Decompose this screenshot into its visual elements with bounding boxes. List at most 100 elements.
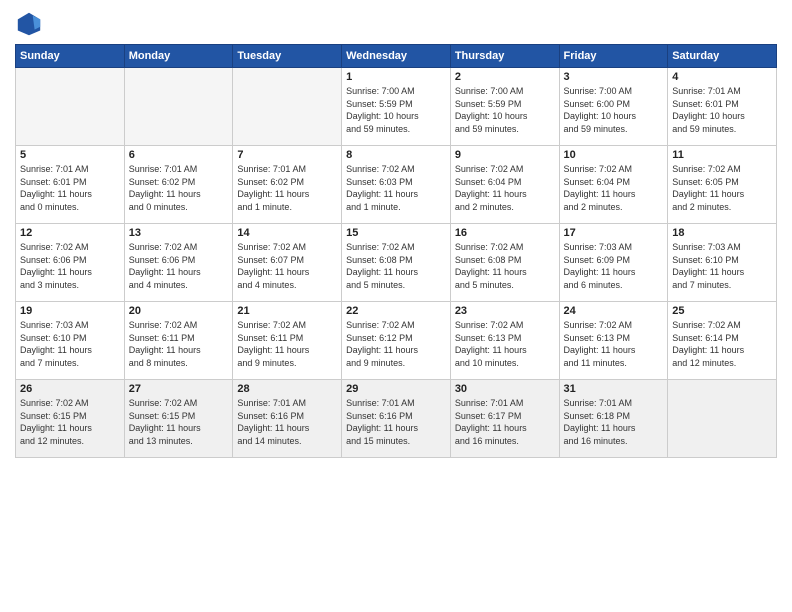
day-info: Sunrise: 7:02 AM Sunset: 6:04 PM Dayligh… — [564, 163, 664, 213]
day-number: 20 — [129, 305, 229, 317]
week-row-4: 19 Sunrise: 7:03 AM Sunset: 6:10 PM Dayli… — [16, 302, 777, 380]
day-number: 30 — [455, 383, 555, 395]
cal-cell: 31 Sunrise: 7:01 AM Sunset: 6:18 PM Dayli… — [559, 380, 668, 458]
day-number: 24 — [564, 305, 664, 317]
cal-cell: 13 Sunrise: 7:02 AM Sunset: 6:06 PM Dayli… — [124, 224, 233, 302]
cal-cell: 14 Sunrise: 7:02 AM Sunset: 6:07 PM Dayli… — [233, 224, 342, 302]
cal-cell: 24 Sunrise: 7:02 AM Sunset: 6:13 PM Dayli… — [559, 302, 668, 380]
day-info: Sunrise: 7:00 AM Sunset: 6:00 PM Dayligh… — [564, 85, 664, 135]
day-info: Sunrise: 7:00 AM Sunset: 5:59 PM Dayligh… — [346, 85, 446, 135]
day-info: Sunrise: 7:02 AM Sunset: 6:08 PM Dayligh… — [346, 241, 446, 291]
weekday-header-row: SundayMondayTuesdayWednesdayThursdayFrid… — [16, 45, 777, 68]
header — [15, 10, 777, 38]
day-number: 26 — [20, 383, 120, 395]
week-row-2: 5 Sunrise: 7:01 AM Sunset: 6:01 PM Daylig… — [16, 146, 777, 224]
cal-cell: 29 Sunrise: 7:01 AM Sunset: 6:16 PM Dayli… — [342, 380, 451, 458]
day-info: Sunrise: 7:02 AM Sunset: 6:03 PM Dayligh… — [346, 163, 446, 213]
week-row-3: 12 Sunrise: 7:02 AM Sunset: 6:06 PM Dayli… — [16, 224, 777, 302]
weekday-sunday: Sunday — [16, 45, 125, 68]
day-number: 14 — [237, 227, 337, 239]
cal-cell: 10 Sunrise: 7:02 AM Sunset: 6:04 PM Dayli… — [559, 146, 668, 224]
cal-cell: 27 Sunrise: 7:02 AM Sunset: 6:15 PM Dayli… — [124, 380, 233, 458]
cal-cell — [233, 68, 342, 146]
day-number: 12 — [20, 227, 120, 239]
weekday-friday: Friday — [559, 45, 668, 68]
day-info: Sunrise: 7:03 AM Sunset: 6:10 PM Dayligh… — [20, 319, 120, 369]
day-info: Sunrise: 7:01 AM Sunset: 6:18 PM Dayligh… — [564, 397, 664, 447]
logo — [15, 10, 47, 38]
day-info: Sunrise: 7:02 AM Sunset: 6:13 PM Dayligh… — [564, 319, 664, 369]
cal-cell — [124, 68, 233, 146]
day-number: 7 — [237, 149, 337, 161]
day-info: Sunrise: 7:02 AM Sunset: 6:14 PM Dayligh… — [672, 319, 772, 369]
day-info: Sunrise: 7:02 AM Sunset: 6:12 PM Dayligh… — [346, 319, 446, 369]
page: SundayMondayTuesdayWednesdayThursdayFrid… — [0, 0, 792, 468]
cal-cell: 28 Sunrise: 7:01 AM Sunset: 6:16 PM Dayli… — [233, 380, 342, 458]
day-number: 16 — [455, 227, 555, 239]
day-info: Sunrise: 7:02 AM Sunset: 6:08 PM Dayligh… — [455, 241, 555, 291]
cal-cell: 23Sunrise: 7:02 AM Sunset: 6:13 PM Dayli… — [450, 302, 559, 380]
day-number: 10 — [564, 149, 664, 161]
cal-cell: 26 Sunrise: 7:02 AM Sunset: 6:15 PM Dayli… — [16, 380, 125, 458]
week-row-5: 26 Sunrise: 7:02 AM Sunset: 6:15 PM Dayli… — [16, 380, 777, 458]
day-number: 19 — [20, 305, 120, 317]
day-info: Sunrise: 7:02 AM Sunset: 6:06 PM Dayligh… — [129, 241, 229, 291]
day-number: 15 — [346, 227, 446, 239]
day-number: 13 — [129, 227, 229, 239]
cal-cell: 25 Sunrise: 7:02 AM Sunset: 6:14 PM Dayli… — [668, 302, 777, 380]
day-info: Sunrise: 7:02 AM Sunset: 6:11 PM Dayligh… — [237, 319, 337, 369]
day-info: Sunrise: 7:03 AM Sunset: 6:10 PM Dayligh… — [672, 241, 772, 291]
day-info: Sunrise: 7:03 AM Sunset: 6:09 PM Dayligh… — [564, 241, 664, 291]
day-number: 18 — [672, 227, 772, 239]
cal-cell: 19 Sunrise: 7:03 AM Sunset: 6:10 PM Dayli… — [16, 302, 125, 380]
cal-cell: 18 Sunrise: 7:03 AM Sunset: 6:10 PM Dayli… — [668, 224, 777, 302]
day-number: 29 — [346, 383, 446, 395]
day-info: Sunrise: 7:01 AM Sunset: 6:16 PM Dayligh… — [237, 397, 337, 447]
day-info: Sunrise: 7:02 AM Sunset: 6:06 PM Dayligh… — [20, 241, 120, 291]
day-number: 2 — [455, 71, 555, 83]
day-number: 28 — [237, 383, 337, 395]
cal-cell: 4 Sunrise: 7:01 AM Sunset: 6:01 PM Daylig… — [668, 68, 777, 146]
day-number: 17 — [564, 227, 664, 239]
cal-cell — [668, 380, 777, 458]
weekday-thursday: Thursday — [450, 45, 559, 68]
day-number: 27 — [129, 383, 229, 395]
day-number: 22 — [346, 305, 446, 317]
cal-cell: 11Sunrise: 7:02 AM Sunset: 6:05 PM Dayli… — [668, 146, 777, 224]
day-number: 21 — [237, 305, 337, 317]
day-number: 25 — [672, 305, 772, 317]
day-info: Sunrise: 7:00 AM Sunset: 5:59 PM Dayligh… — [455, 85, 555, 135]
weekday-saturday: Saturday — [668, 45, 777, 68]
day-number: 9 — [455, 149, 555, 161]
day-number: 5 — [20, 149, 120, 161]
day-info: Sunrise: 7:01 AM Sunset: 6:01 PM Dayligh… — [20, 163, 120, 213]
cal-cell: 12 Sunrise: 7:02 AM Sunset: 6:06 PM Dayli… — [16, 224, 125, 302]
day-info: Sunrise: 7:02 AM Sunset: 6:04 PM Dayligh… — [455, 163, 555, 213]
weekday-tuesday: Tuesday — [233, 45, 342, 68]
day-info: Sunrise: 7:01 AM Sunset: 6:16 PM Dayligh… — [346, 397, 446, 447]
day-info: Sunrise: 7:02 AM Sunset: 6:07 PM Dayligh… — [237, 241, 337, 291]
cal-cell: 8 Sunrise: 7:02 AM Sunset: 6:03 PM Daylig… — [342, 146, 451, 224]
day-info: Sunrise: 7:01 AM Sunset: 6:17 PM Dayligh… — [455, 397, 555, 447]
day-info: Sunrise: 7:02 AM Sunset: 6:15 PM Dayligh… — [129, 397, 229, 447]
cal-cell: 6Sunrise: 7:01 AM Sunset: 6:02 PM Daylig… — [124, 146, 233, 224]
day-number: 3 — [564, 71, 664, 83]
day-number: 31 — [564, 383, 664, 395]
day-info: Sunrise: 7:02 AM Sunset: 6:15 PM Dayligh… — [20, 397, 120, 447]
day-number: 6 — [129, 149, 229, 161]
calendar-table: SundayMondayTuesdayWednesdayThursdayFrid… — [15, 44, 777, 458]
cal-cell: 15 Sunrise: 7:02 AM Sunset: 6:08 PM Dayli… — [342, 224, 451, 302]
cal-cell: 9 Sunrise: 7:02 AM Sunset: 6:04 PM Daylig… — [450, 146, 559, 224]
day-number: 4 — [672, 71, 772, 83]
cal-cell: 3 Sunrise: 7:00 AM Sunset: 6:00 PM Daylig… — [559, 68, 668, 146]
cal-cell: 5 Sunrise: 7:01 AM Sunset: 6:01 PM Daylig… — [16, 146, 125, 224]
day-number: 11 — [672, 149, 772, 161]
cal-cell: 7 Sunrise: 7:01 AM Sunset: 6:02 PM Daylig… — [233, 146, 342, 224]
day-info: Sunrise: 7:01 AM Sunset: 6:02 PM Dayligh… — [237, 163, 337, 213]
cal-cell: 17 Sunrise: 7:03 AM Sunset: 6:09 PM Dayli… — [559, 224, 668, 302]
cal-cell: 30 Sunrise: 7:01 AM Sunset: 6:17 PM Dayli… — [450, 380, 559, 458]
cal-cell: 21 Sunrise: 7:02 AM Sunset: 6:11 PM Dayli… — [233, 302, 342, 380]
day-info: Sunrise: 7:01 AM Sunset: 6:01 PM Dayligh… — [672, 85, 772, 135]
day-number: 8 — [346, 149, 446, 161]
day-number: 23 — [455, 305, 555, 317]
